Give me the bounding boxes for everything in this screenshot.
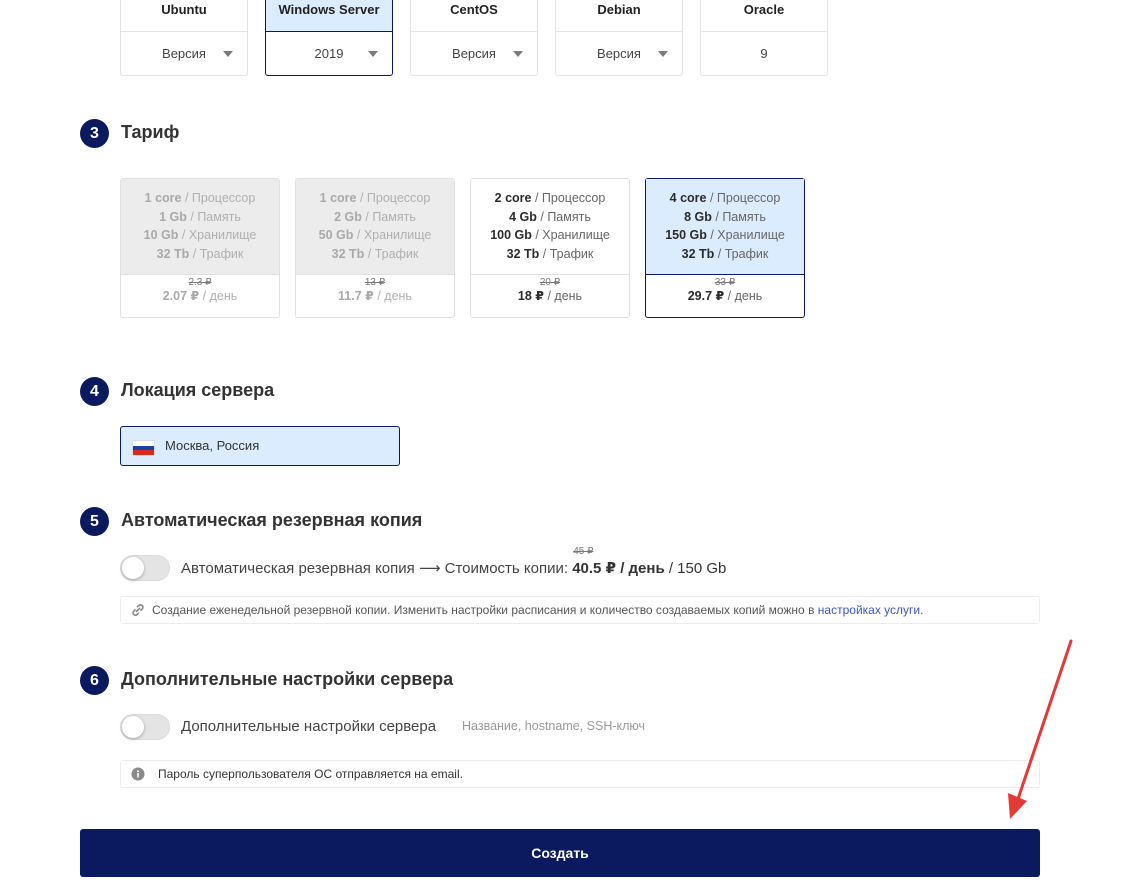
os-version-value: Версия xyxy=(452,46,496,61)
backup-toggle[interactable] xyxy=(120,555,170,581)
location-option-moscow[interactable]: Москва, Россия xyxy=(120,426,400,466)
plan-cpu: 2 core xyxy=(494,191,532,205)
backup-toggle-label: Автоматическая резервная копия xyxy=(181,560,415,577)
step-number: 3 xyxy=(80,119,109,148)
arrow-right-icon: ⟶ xyxy=(418,560,441,577)
os-version-value: Версия xyxy=(162,46,206,61)
backup-old-price: 45 ₽ xyxy=(573,546,594,557)
backup-cost-label: Стоимость копии: xyxy=(444,560,569,577)
service-settings-link[interactable]: настройках услуги xyxy=(818,603,920,617)
plan-disk: 10 Gb xyxy=(143,228,179,242)
os-name: Windows Server xyxy=(278,2,380,17)
link-icon xyxy=(132,604,144,616)
os-card-ubuntu[interactable]: Ubuntu Версия xyxy=(120,0,248,76)
plan-price: 11.7 ₽ xyxy=(338,289,374,303)
plan-old-price: 13 ₽ xyxy=(364,277,386,288)
plan-traffic: 32 Tb xyxy=(156,246,190,261)
plan-card-2: 1 core / Процессор 2 Gb / Память 50 Gb /… xyxy=(295,178,455,318)
plan-price: 18 ₽ xyxy=(517,289,544,303)
plan-disk: 100 Gb xyxy=(490,228,532,242)
plan-cpu: 4 core xyxy=(669,191,707,205)
plan-card-1: 1 core / Процессор 1 Gb / Память 10 Gb /… xyxy=(120,178,280,318)
backup-price: 40.5 ₽ xyxy=(572,560,617,577)
plan-old-price: 20 ₽ xyxy=(539,277,561,288)
os-card-windows-server[interactable]: Windows Server 2019 xyxy=(265,0,393,76)
os-card-debian[interactable]: Debian Версия xyxy=(555,0,683,76)
step-number: 6 xyxy=(80,666,109,695)
os-name: CentOS xyxy=(450,2,498,17)
info-icon xyxy=(131,767,145,781)
plan-traffic: 32 Tb xyxy=(331,246,365,261)
plan-disk: 50 Gb xyxy=(318,228,354,242)
os-version-value: 2019 xyxy=(314,46,344,61)
extra-settings-label: Дополнительные настройки сервера xyxy=(181,718,437,735)
toggle-knob xyxy=(122,716,144,738)
plan-ram: 2 Gb xyxy=(334,209,362,224)
step-number: 5 xyxy=(80,507,109,536)
plan-price: 2.07 ₽ xyxy=(162,289,200,303)
location-label: Москва, Россия xyxy=(165,438,260,453)
os-version-select[interactable]: 2019 xyxy=(266,32,392,76)
os-card-oracle[interactable]: Oracle 9 xyxy=(700,0,828,76)
plan-traffic: 32 Tb xyxy=(506,246,540,261)
plan-old-price: 2.3 ₽ xyxy=(188,277,212,288)
password-info-box: Пароль суперпользователя ОС отправляется… xyxy=(120,760,1040,788)
backup-info-box: Создание еженедельной резервной копии. И… xyxy=(120,596,1040,624)
plan-old-price: 33 ₽ xyxy=(714,277,736,288)
os-version-select[interactable]: 9 xyxy=(701,32,827,76)
backup-size: / 150 Gb xyxy=(668,560,727,577)
chevron-down-icon xyxy=(368,51,378,57)
plan-ram: 4 Gb xyxy=(509,209,537,224)
plan-card-4[interactable]: 4 core / Процессор 8 Gb / Память 150 Gb … xyxy=(645,178,805,318)
plan-cpu: 1 core xyxy=(319,191,357,205)
chevron-down-icon xyxy=(513,51,523,57)
section-title-tariff: Тариф xyxy=(121,122,180,142)
os-version-select[interactable]: Версия xyxy=(411,32,537,76)
os-card-centos[interactable]: CentOS Версия xyxy=(410,0,538,76)
chevron-down-icon xyxy=(223,51,233,57)
backup-per-day: / день xyxy=(620,560,665,577)
os-version-value: 9 xyxy=(760,46,768,61)
os-version-select[interactable]: Версия xyxy=(556,32,682,76)
section-title-location: Локация сервера xyxy=(121,380,275,400)
os-name: Oracle xyxy=(743,2,785,17)
annotation-arrow-icon xyxy=(1008,639,1073,819)
plan-price: 29.7 ₽ xyxy=(687,289,725,303)
os-name: Ubuntu xyxy=(161,2,207,17)
password-info-text: Пароль суперпользователя ОС отправляется… xyxy=(158,767,463,781)
toggle-knob xyxy=(122,557,144,579)
plan-cpu: 1 core xyxy=(144,191,182,205)
step-number: 4 xyxy=(80,377,109,406)
os-version-value: Версия xyxy=(597,46,641,61)
russia-flag-icon xyxy=(133,441,154,455)
plan-ram: 1 Gb xyxy=(159,209,187,224)
extra-settings-toggle[interactable] xyxy=(120,714,170,740)
plan-traffic: 32 Tb xyxy=(681,246,715,261)
plan-disk: 150 Gb xyxy=(665,228,707,242)
chevron-down-icon xyxy=(658,51,668,57)
extra-settings-hint: Название, hostname, SSH-ключ xyxy=(462,719,646,733)
os-version-select[interactable]: Версия xyxy=(121,32,247,76)
os-name: Debian xyxy=(597,2,641,17)
plan-card-3[interactable]: 2 core / Процессор 4 Gb / Память 100 Gb … xyxy=(470,178,630,318)
backup-info-text: Создание еженедельной резервной копии. И… xyxy=(152,603,815,617)
create-button[interactable]: Создать xyxy=(80,829,1040,877)
section-title-extra: Дополнительные настройки сервера xyxy=(121,669,454,689)
plan-ram: 8 Gb xyxy=(684,209,712,224)
section-title-backup: Автоматическая резервная копия xyxy=(121,510,423,530)
